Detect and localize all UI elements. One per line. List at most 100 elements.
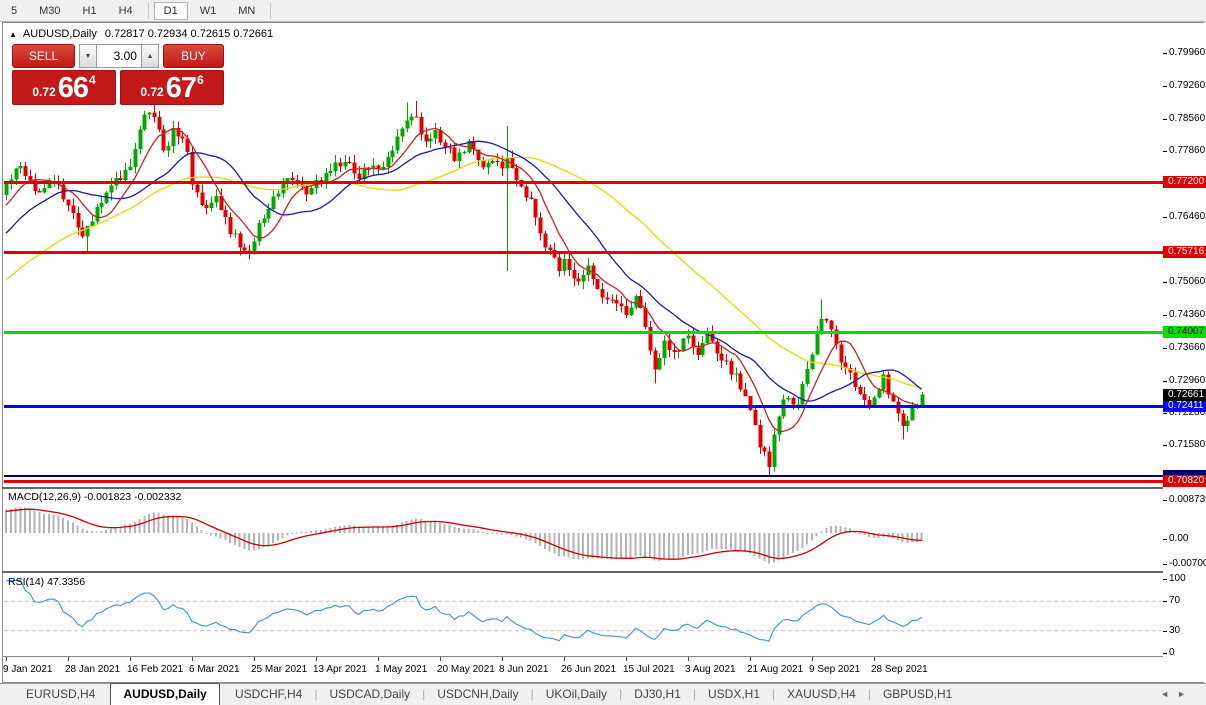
timeframe-button-m30[interactable]: M30 [29,2,70,20]
macd-label: MACD(12,26,9) -0.001823 -0.002332 [8,491,182,503]
price-tick-mark [1163,348,1167,349]
current-price-label: 0.72661 [1163,389,1206,401]
candle-body-down [448,147,453,149]
macd-histogram-bar [439,522,441,533]
sell-price-display[interactable]: 0.72 66 4 [12,70,116,105]
price-axis[interactable]: 0.79960 0.79260 0.78560 0.77860 0.76460 0.750… [1163,23,1206,658]
date-tick-label: 6 Mar 2021 [189,664,240,675]
chart-tab-xauusd[interactable]: XAUUSD,H4 [775,684,868,705]
macd-histogram-bar [315,530,317,533]
price-tick-mark [1163,445,1167,446]
candle-body-down [514,168,519,180]
tab-scroll-right-icon[interactable]: ► [1177,689,1194,699]
pane-splitter[interactable] [2,487,1204,489]
chart-tab-ukoil[interactable]: UKOil,Daily [534,684,619,705]
sr-level-line-red[interactable] [4,480,1163,483]
candle-body-down [758,425,763,448]
price-tick-mark [1163,86,1167,87]
macd-histogram-bar [491,533,494,534]
rsi-tick-mark [1163,601,1167,602]
timeframe-button-5[interactable]: 5 [1,2,27,20]
date-tick-label: 9 Jan 2021 [3,664,53,675]
candle-body-up [386,157,391,168]
chart-tab-eurusd[interactable]: EURUSD,H4 [14,684,107,705]
rsi-axis-label: 70 [1169,595,1181,606]
volume-increase-button[interactable]: ▲ [140,44,159,68]
chart-tab-usdcad[interactable]: USDCAD,Daily [317,684,422,705]
date-tick-mark [192,657,193,661]
tab-scroll-left-icon[interactable]: ◄ [1160,689,1177,699]
sr-level-line-red[interactable] [4,181,1163,184]
macd-histogram-bar [815,533,818,536]
candle-body-down [648,327,653,351]
macd-histogram-bar [81,528,84,533]
volume-decrease-button[interactable]: ▼ [78,44,97,68]
rsi-label: RSI(14) 47.3356 [8,576,86,588]
candle-body-up [333,162,338,171]
price-tick-label: 0.73660 [1169,342,1206,353]
macd-histogram-bar [477,530,480,533]
level-lines-group [4,181,1163,483]
sr-level-price-label: 0.74007 [1163,326,1206,338]
sr-level-line-green[interactable] [4,331,1163,334]
candle-body-down [290,178,295,181]
ma-fast-line [5,127,922,433]
macd-axis-label: 0.00 [1169,533,1189,544]
candle-body-down [862,394,867,401]
candle-body-down [791,397,796,405]
chart-tab-audusd[interactable]: AUDUSD,Daily [110,683,220,705]
sell-button[interactable]: SELL [12,44,75,68]
timeframe-button-h1[interactable]: H1 [73,2,107,20]
pane-splitter[interactable] [2,571,1204,573]
rsi-axis-label: 0 [1169,647,1175,658]
buy-button[interactable]: BUY [162,44,224,68]
candle-body-up [14,168,19,180]
ma-slow-line [5,156,922,389]
timeframe-button-w1[interactable]: W1 [190,2,227,20]
candle-body-up [395,136,400,151]
candle-body-up [271,196,276,209]
sr-level-line-red[interactable] [4,251,1163,254]
candle-body-up [128,167,133,170]
date-tick-mark [874,657,875,661]
macd-histogram-bar [429,521,432,533]
macd-histogram-bar [186,518,189,533]
macd-histogram-bar [858,532,861,534]
candle-body-up [309,188,314,195]
macd-histogram-bar [9,508,12,533]
macd-histogram-bar [5,509,7,533]
macd-histogram-bar [377,526,379,533]
volume-input[interactable] [96,44,141,68]
timeframe-button-d1[interactable]: D1 [153,1,188,20]
sr-level-line-blue[interactable] [4,405,1163,408]
chart-tab-gbpusd[interactable]: GBPUSD,H1 [871,684,964,705]
date-tick-label: 16 Feb 2021 [127,664,184,675]
chart-tab-usdx[interactable]: USDX,H1 [696,684,772,705]
chart-tab-usdcnh[interactable]: USDCNH,Daily [425,684,530,705]
timeframe-button-h4[interactable]: H4 [109,2,143,20]
candle-body-up [634,296,639,308]
trading-terminal-window: 5 M30 H1 H4 D1 W1 MN ▲ AUDUSD,Daily 0.72817 0.… [0,0,1206,705]
macd-histogram-bar [52,515,55,533]
date-axis[interactable]: 9 Jan 2021 28 Jan 2021 16 Feb 2021 6 Mar 20… [3,657,1204,682]
date-tick-mark [378,657,379,661]
tab-scroll-arrows[interactable]: ◄► [1160,689,1194,699]
macd-histogram-bar [57,516,60,533]
timeframe-button-mn[interactable]: MN [228,2,265,20]
collapse-panel-icon[interactable]: ▲ [9,30,17,39]
chart-tab-dj30[interactable]: DJ30,H1 [622,684,693,705]
rsi-indicator-canvas[interactable] [4,574,1163,655]
macd-histogram-bar [434,521,437,533]
sr-level-price-label: 0.72411 [1163,400,1206,412]
chart-header: ▲ AUDUSD,Daily 0.72817 0.72934 0.72615 0… [9,27,273,41]
candle-body-down [567,258,572,270]
macd-histogram-bar [524,533,527,540]
chart-tab-usdchf[interactable]: USDCHF,H4 [223,684,314,705]
sr-level-line-navy[interactable] [4,475,1163,477]
candle-body-down [858,386,863,395]
macd-histogram-bar [219,533,222,539]
candle-body-down [238,233,243,248]
buy-price-display[interactable]: 0.72 67 6 [120,70,224,105]
macd-histogram-bar [33,510,36,533]
macd-histogram-bar [143,516,146,533]
